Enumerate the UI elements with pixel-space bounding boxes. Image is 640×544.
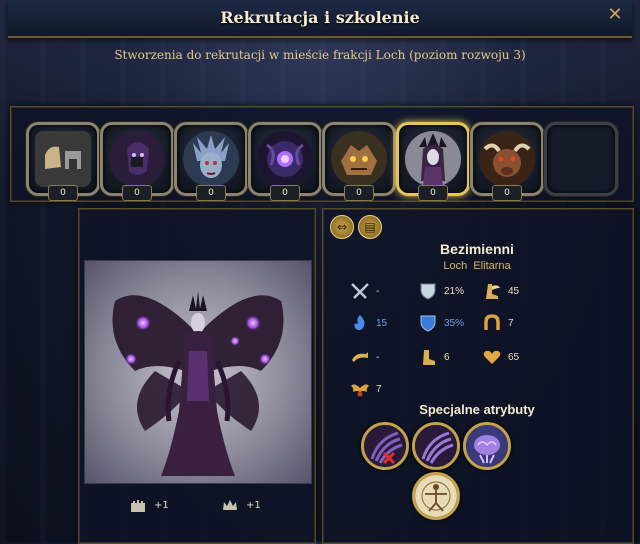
- recruitment-subtitle: Stworzenia do rekrutacji w mieście frakc…: [114, 48, 526, 62]
- stat-attack: -: [350, 282, 379, 300]
- creature-slot-faceless[interactable]: 0: [396, 122, 470, 201]
- faceless-portrait: [405, 131, 461, 187]
- blue-shield-icon: [418, 314, 438, 332]
- crossed-swords-icon: [350, 282, 370, 300]
- stat-defense: 21%: [418, 282, 464, 300]
- brain-icon: [466, 425, 508, 467]
- creature-count: 0: [418, 185, 448, 201]
- blue-flame-icon: [350, 314, 370, 332]
- shield-icon: [418, 282, 438, 300]
- seer-portrait: [257, 131, 313, 187]
- stat-magic-attack: 15: [350, 314, 387, 332]
- wings-icon: [350, 380, 370, 398]
- unit-subtitle: Loch Elitarna: [322, 260, 632, 272]
- unit-faction: Loch: [443, 260, 468, 272]
- creature-slot-lizard[interactable]: 0: [322, 122, 396, 201]
- lizard-portrait: [331, 131, 387, 187]
- creature-count: 0: [196, 185, 226, 201]
- boot-icon: [418, 348, 438, 366]
- stat-initiative: 45: [482, 282, 519, 300]
- vitruvian-icon: [415, 475, 457, 517]
- claw-crossed-icon: [364, 425, 406, 467]
- creature-count: 0: [270, 185, 300, 201]
- caravan-icon: [35, 131, 91, 187]
- winged-boot-icon: [482, 282, 502, 300]
- creature-count: 0: [122, 185, 152, 201]
- bonus-crown-value: +1: [246, 499, 261, 511]
- castle-icon: [130, 498, 146, 512]
- creature-slot-caravan[interactable]: 0: [26, 122, 100, 201]
- horseshoe-icon: [482, 314, 502, 332]
- bonus-crown: +1: [222, 498, 261, 512]
- stat-speed: 6: [418, 348, 450, 366]
- horn-icon: [350, 348, 370, 366]
- stat-morale: 7: [350, 380, 382, 398]
- unit-artwork: [84, 260, 312, 484]
- creature-count: 0: [344, 185, 374, 201]
- special-attributes-title: Specjalne atrybuty: [419, 402, 535, 417]
- ability-mind-reading[interactable]: [463, 422, 511, 470]
- scroll-icon[interactable]: ▤: [358, 215, 382, 239]
- stat-magic-defense: 35%: [418, 314, 464, 332]
- stat-luck: 7: [482, 314, 514, 332]
- creature-count: 0: [48, 185, 78, 201]
- unit-tier: Elitarna: [473, 260, 511, 272]
- ability-shadow-claws[interactable]: [412, 422, 460, 470]
- creature-slot-fury[interactable]: 0: [174, 122, 248, 201]
- creature-slot-assassin[interactable]: 0: [100, 122, 174, 201]
- bonus-castle-value: +1: [154, 499, 169, 511]
- stat-health: 65: [482, 348, 519, 366]
- ability-no-retaliation[interactable]: [361, 422, 409, 470]
- title-bar: Rekrutacja i szkolenie ✕: [8, 0, 632, 38]
- heart-icon: [482, 348, 502, 366]
- creature-count: 0: [492, 185, 522, 201]
- ability-living[interactable]: [412, 472, 460, 520]
- assassin-portrait: [109, 131, 165, 187]
- minotaur-portrait: [479, 131, 535, 187]
- unit-name: Bezimienni: [440, 241, 514, 257]
- creature-slot-minotaur[interactable]: 0: [470, 122, 544, 201]
- fury-portrait: [183, 131, 239, 187]
- crown-icon: [222, 498, 238, 512]
- stat-ranged: -: [350, 348, 379, 366]
- claw-icon: [415, 425, 457, 467]
- creature-slot-empty: [544, 122, 618, 196]
- swap-arrows-icon[interactable]: ⇔: [330, 215, 354, 239]
- creature-slot-seer[interactable]: 0: [248, 122, 322, 201]
- close-icon[interactable]: ✕: [600, 2, 630, 26]
- bonus-castle: +1: [130, 498, 169, 512]
- unit-stats-panel: [322, 208, 634, 544]
- window-title: Rekrutacja i szkolenie: [220, 8, 420, 27]
